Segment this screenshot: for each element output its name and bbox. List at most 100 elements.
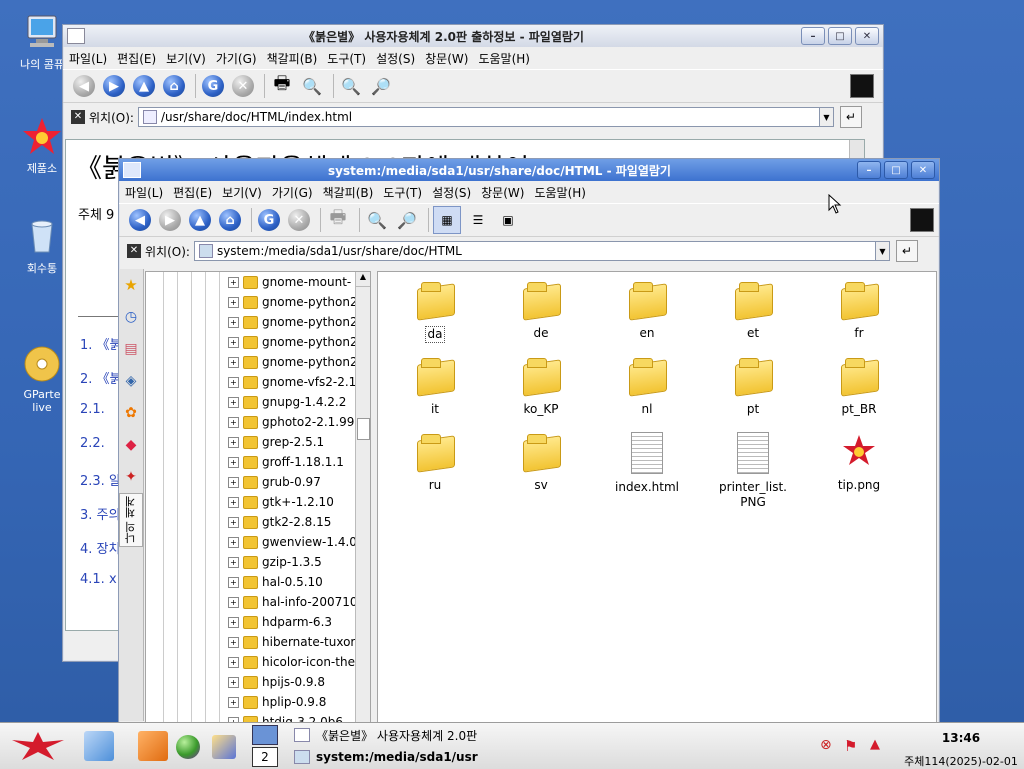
history-tab[interactable]: ◷ <box>119 301 143 333</box>
menu-view[interactable]: 보기(V) <box>166 50 206 67</box>
expand-icon[interactable]: + <box>228 276 239 288</box>
file-item[interactable]: et <box>710 280 796 341</box>
doc-link-3[interactable]: 2.1. <box>80 402 105 417</box>
menu-edit[interactable]: 편집(E) <box>173 184 212 201</box>
zoom-out-button[interactable]: 🔎 <box>368 73 394 99</box>
expand-icon[interactable]: + <box>228 596 239 608</box>
scroll-thumb[interactable] <box>357 418 370 440</box>
start-menu-button[interactable] <box>8 729 68 763</box>
reload-button[interactable]: G <box>256 207 282 233</box>
expand-icon[interactable]: + <box>228 576 239 588</box>
menu-view[interactable]: 보기(V) <box>222 184 262 201</box>
file-item[interactable]: pt_BR <box>816 356 902 417</box>
tray-network-icon[interactable]: ⊗ <box>820 737 840 755</box>
file-item[interactable]: tip.png <box>816 432 902 493</box>
menu-tools[interactable]: 도구(T) <box>383 184 422 201</box>
doc-link-1[interactable]: 1. 《붉 <box>80 334 122 353</box>
tree-item[interactable]: + hal-info-200710 <box>224 592 358 612</box>
zoom-out-button[interactable]: 🔎 <box>394 207 420 233</box>
zoom-in-button[interactable]: 🔍 <box>364 207 390 233</box>
tree-item[interactable]: + groff-1.18.1.1 <box>224 452 358 472</box>
back-button[interactable]: ◀ <box>127 207 153 233</box>
clear-location-icon[interactable]: ✕ <box>127 244 141 258</box>
location-input[interactable]: system:/media/sda1/usr/share/doc/HTML <box>193 241 876 261</box>
tree-scrollbar[interactable]: ▲ <box>355 272 370 722</box>
tree-item[interactable]: + hal-0.5.10 <box>224 572 358 592</box>
minimize-button[interactable]: – <box>801 27 825 45</box>
media-tab[interactable]: ✿ <box>119 397 143 429</box>
services-tab[interactable]: ▤ <box>119 333 143 365</box>
doc-link-4[interactable]: 2.2. <box>80 436 105 451</box>
location-dropdown[interactable]: ▼ <box>819 107 834 127</box>
menu-file[interactable]: 파일(L) <box>69 50 107 67</box>
tree-item[interactable]: + gphoto2-2.1.99 <box>224 412 358 432</box>
quick-launch-office[interactable] <box>138 731 168 761</box>
desktop-pager[interactable]: 2 <box>252 725 280 767</box>
expand-icon[interactable]: + <box>228 676 239 688</box>
expand-icon[interactable]: + <box>228 436 239 448</box>
file-item[interactable]: printer_list. PNG <box>710 432 796 510</box>
location-dropdown[interactable]: ▼ <box>875 241 890 261</box>
stop-button[interactable]: ✕ <box>230 73 256 99</box>
clear-location-icon[interactable]: ✕ <box>71 110 85 124</box>
tree-item[interactable]: + gnome-mount- <box>224 272 358 292</box>
doc-link-5[interactable]: 2.3. 알 <box>80 470 121 489</box>
up-button[interactable]: ▲ <box>187 207 213 233</box>
tree-item[interactable]: + hpijs-0.9.8 <box>224 672 358 692</box>
menu-bookmarks[interactable]: 책갈피(B) <box>267 50 318 67</box>
expand-icon[interactable]: + <box>228 416 239 428</box>
expand-icon[interactable]: + <box>228 356 239 368</box>
detail-view-button[interactable]: ☰ <box>465 207 491 233</box>
go-button[interactable]: ↵ <box>895 240 918 262</box>
front-window-titlebar[interactable]: system:/media/sda1/usr/share/doc/HTML - … <box>119 159 939 181</box>
tree-item[interactable]: + grep-2.5.1 <box>224 432 358 452</box>
maximize-button[interactable]: □ <box>884 161 908 179</box>
tree-item[interactable]: + gnome-vfs2-2.1 <box>224 372 358 392</box>
menu-file[interactable]: 파일(L) <box>125 184 163 201</box>
file-item[interactable]: en <box>604 280 690 341</box>
file-item[interactable]: fr <box>816 280 902 341</box>
tree-item[interactable]: + gnome-python2 <box>224 352 358 372</box>
expand-icon[interactable]: + <box>228 396 239 408</box>
menu-settings[interactable]: 설정(S) <box>432 184 471 201</box>
menu-edit[interactable]: 편집(E) <box>117 50 156 67</box>
home-button[interactable]: ⌂ <box>161 73 187 99</box>
tag-tab[interactable]: ◆ <box>119 429 143 461</box>
tray-flag-icon[interactable]: ⚑ <box>844 737 864 755</box>
quick-launch-media[interactable] <box>212 735 236 759</box>
tree-item[interactable]: + hibernate-tuxor <box>224 632 358 652</box>
file-item[interactable]: index.html <box>604 432 690 495</box>
tree-item[interactable]: + hplip-0.9.8 <box>224 692 358 712</box>
back-window-titlebar[interactable]: 《붉은별》 사용자용체계 2.0판 출하정보 - 파일열람기 – □ ✕ <box>63 25 883 47</box>
expand-icon[interactable]: + <box>228 496 239 508</box>
tree-item[interactable]: + hdparm-6.3 <box>224 612 358 632</box>
doc-link-2[interactable]: 2. 《붉 <box>80 368 122 387</box>
tree-item[interactable]: + gnupg-1.4.2.2 <box>224 392 358 412</box>
expand-icon[interactable]: + <box>228 336 239 348</box>
tree-item[interactable]: + gnome-python2 <box>224 312 358 332</box>
pager-desktop-1[interactable] <box>252 725 278 745</box>
expand-icon[interactable]: + <box>228 296 239 308</box>
pager-desktop-number[interactable]: 2 <box>252 747 278 767</box>
task-button-browser[interactable]: 《붉은별》 사용자용체계 2.0판 <box>294 725 490 745</box>
print-button[interactable]: 🖶 <box>269 73 295 99</box>
expand-icon[interactable]: + <box>228 476 239 488</box>
close-button[interactable]: ✕ <box>855 27 879 45</box>
tree-item[interactable]: + gwenview-1.4.0 <box>224 532 358 552</box>
doc-link-6[interactable]: 3. 주의 <box>80 504 120 523</box>
menu-go[interactable]: 가기(G) <box>216 50 257 67</box>
tree-item[interactable]: + gnome-python2 <box>224 292 358 312</box>
pin-tab[interactable]: ✦ <box>119 461 143 493</box>
expand-icon[interactable]: + <box>228 616 239 628</box>
folder-tree[interactable]: + gnome-mount- + gnome-python2 + gnome-python… <box>145 271 371 723</box>
quick-launch-editor[interactable] <box>84 731 114 761</box>
tree-item[interactable]: + gnome-python2 <box>224 332 358 352</box>
bookmarks-tab[interactable]: ★ <box>119 269 143 301</box>
expand-icon[interactable]: + <box>228 536 239 548</box>
file-item[interactable]: nl <box>604 356 690 417</box>
stop-button[interactable]: ✕ <box>286 207 312 233</box>
expand-icon[interactable]: + <box>228 656 239 668</box>
menu-bookmarks[interactable]: 책갈피(B) <box>323 184 374 201</box>
tree-item[interactable]: + grub-0.97 <box>224 472 358 492</box>
forward-button[interactable]: ▶ <box>157 207 183 233</box>
